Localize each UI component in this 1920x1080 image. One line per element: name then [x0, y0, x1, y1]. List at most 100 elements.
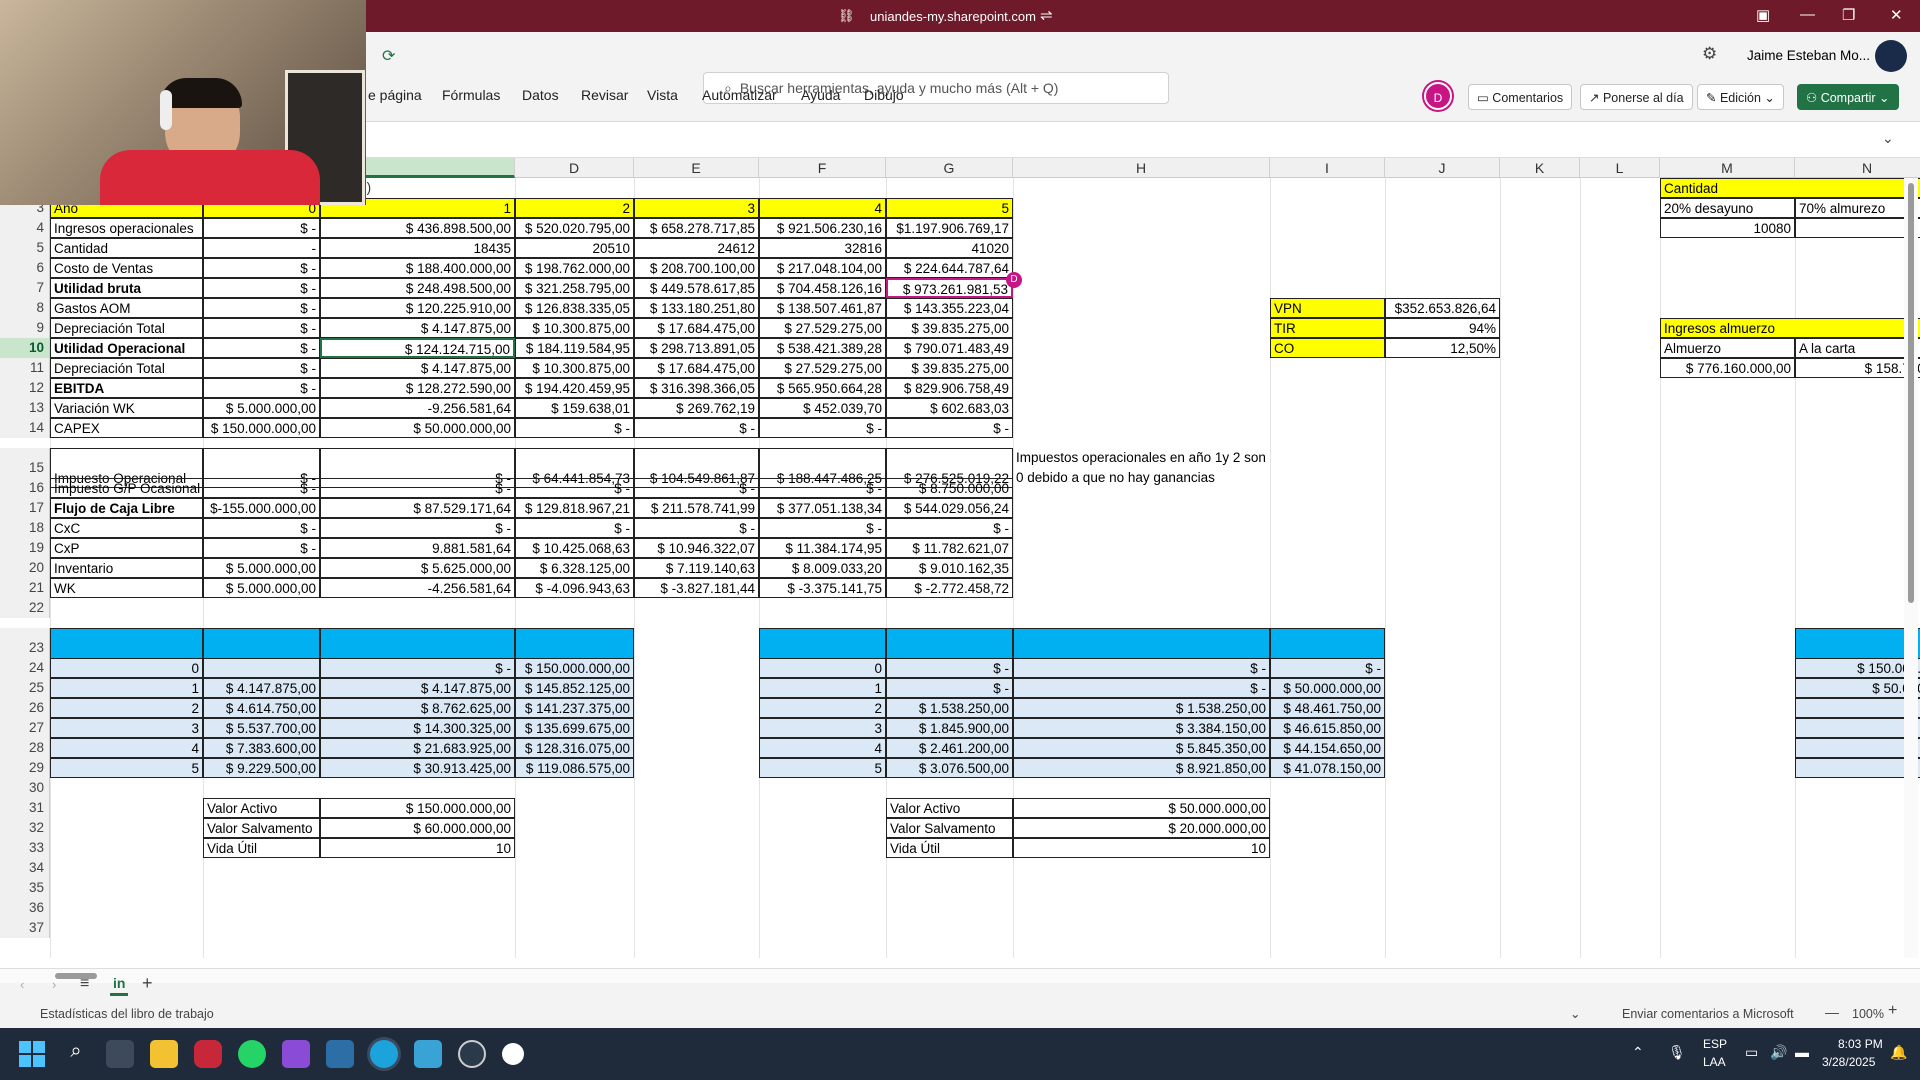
dep1-cell[interactable]: $ 150.000.000,00 — [515, 658, 634, 678]
value-cell[interactable]: $ -3.375.141,75 — [759, 578, 886, 598]
user-name[interactable]: Jaime Esteban Mo... — [1747, 48, 1870, 63]
row-header[interactable]: 32 — [0, 818, 50, 838]
dep1-cell[interactable]: $ 30.913.425,00 — [320, 758, 515, 778]
value-cell[interactable]: $ 377.051.138,34 — [759, 498, 886, 518]
year-4[interactable]: 4 — [759, 198, 886, 218]
column-header-F[interactable]: F — [759, 158, 886, 178]
value-cell[interactable]: $ - — [515, 418, 634, 438]
capex-cell[interactable]: $ 50.000.0 — [1795, 678, 1920, 698]
value-cell[interactable]: $ 124.124.715,00 — [320, 338, 515, 358]
value-cell[interactable]: $ 27.529.275,00 — [759, 358, 886, 378]
dep1-cell[interactable]: 1 — [50, 678, 203, 698]
dep1-cell[interactable]: $ 5.537.700,00 — [203, 718, 320, 738]
value-cell[interactable]: -4.256.581,64 — [320, 578, 515, 598]
row-label[interactable]: Ingresos operacionales — [50, 218, 203, 238]
menu-vista[interactable]: Vista — [647, 87, 678, 103]
value-cell[interactable]: $ - — [203, 378, 320, 398]
value-cell[interactable]: $ - — [203, 218, 320, 238]
asset1-value[interactable]: $ 60.000.000,00 — [320, 818, 515, 838]
value-cell[interactable]: $ - — [320, 478, 515, 498]
value-cell[interactable]: $ 138.507.461,87 — [759, 298, 886, 318]
next-sheet-icon[interactable]: › — [52, 977, 56, 992]
row-header[interactable]: 22 — [0, 598, 50, 618]
row-header[interactable]: 37 — [0, 918, 50, 938]
mic-icon[interactable]: 🎙 — [1668, 1044, 1686, 1061]
dep2-cell[interactable]: $ 2.461.200,00 — [886, 738, 1013, 758]
row-header[interactable]: 20 — [0, 558, 50, 578]
value-cell[interactable]: $ 10.425.068,63 — [515, 538, 634, 558]
network-icon[interactable]: ▭ — [1745, 1044, 1758, 1061]
value-cell[interactable]: $ 321.258.795,00 — [515, 278, 634, 298]
value-cell[interactable]: $ 194.420.459,95 — [515, 378, 634, 398]
tir-label[interactable]: TIR — [1270, 318, 1385, 338]
asset1-label[interactable]: Valor Salvamento — [203, 818, 320, 838]
row-header[interactable]: 16 — [0, 478, 50, 498]
zoom-level[interactable]: 100% — [1852, 1007, 1884, 1021]
asset2-value[interactable]: $ 50.000.000,00 — [1013, 798, 1270, 818]
value-cell[interactable]: $ 27.529.275,00 — [759, 318, 886, 338]
co-value[interactable]: 12,50% — [1385, 338, 1500, 358]
zoom-in-icon[interactable]: + — [1888, 1002, 1897, 1020]
dep1-cell[interactable]: $ 4.147.875,00 — [203, 678, 320, 698]
dep2-cell[interactable]: $ 1.538.250,00 — [886, 698, 1013, 718]
vpn-value[interactable]: $352.653.826,64 — [1385, 298, 1500, 318]
row-header[interactable]: 8 — [0, 298, 50, 318]
asset1-label[interactable]: Valor Activo — [203, 798, 320, 818]
vpn-label[interactable]: VPN — [1270, 298, 1385, 318]
column-header-I[interactable]: I — [1270, 158, 1385, 178]
capex-cell[interactable]: $ — [1795, 758, 1920, 778]
visual-studio-icon[interactable] — [282, 1040, 310, 1068]
value-cell[interactable]: $ 39.835.275,00 — [886, 318, 1013, 338]
dep1-cell[interactable]: $ 135.699.675,00 — [515, 718, 634, 738]
asset2-label[interactable]: Valor Salvamento — [886, 818, 1013, 838]
year-3[interactable]: 3 — [634, 198, 759, 218]
feedback-link[interactable]: Enviar comentarios a Microsoft — [1622, 1007, 1794, 1021]
lang-region[interactable]: LAA — [1703, 1055, 1726, 1069]
start-icon[interactable] — [18, 1040, 46, 1068]
value-cell[interactable]: $ 11.782.621,07 — [886, 538, 1013, 558]
row-label[interactable]: Inventario — [50, 558, 203, 578]
menu-diseno-pagina[interactable]: e página — [368, 87, 422, 103]
dep2-cell[interactable]: $ 46.615.850,00 — [1270, 718, 1385, 738]
value-cell[interactable]: $ 4.147.875,00 — [320, 358, 515, 378]
dep1-cell[interactable]: $ 4.614.750,00 — [203, 698, 320, 718]
horizontal-scrollbar[interactable] — [0, 969, 1920, 983]
cantidad-empty[interactable] — [1795, 218, 1920, 238]
value-cell[interactable]: $ 7.119.140,63 — [634, 558, 759, 578]
dep1-cell[interactable]: $ 7.383.600,00 — [203, 738, 320, 758]
dep2-cell[interactable]: 5 — [759, 758, 886, 778]
value-cell[interactable]: $ 87.529.171,64 — [320, 498, 515, 518]
value-cell[interactable]: $ -4.096.943,63 — [515, 578, 634, 598]
value-cell[interactable]: $ 5.000.000,00 — [203, 578, 320, 598]
menu-dibujo[interactable]: Dibujo — [864, 87, 904, 103]
value-cell[interactable]: $ 129.818.967,21 — [515, 498, 634, 518]
asset1-label[interactable]: Vida Útil — [203, 838, 320, 858]
row-header[interactable]: 12 — [0, 378, 50, 398]
dep2-cell[interactable]: $ 41.078.150,00 — [1270, 758, 1385, 778]
dep2-cell[interactable]: 4 — [759, 738, 886, 758]
almuerzo-pct[interactable]: 70% almurezo — [1795, 198, 1920, 218]
value-cell[interactable]: $ 298.713.891,05 — [634, 338, 759, 358]
year-5[interactable]: 5 — [886, 198, 1013, 218]
row-label[interactable]: CxC — [50, 518, 203, 538]
catchup-button[interactable]: ↗ Ponerse al día — [1580, 84, 1693, 110]
value-cell[interactable]: $ 316.398.366,05 — [634, 378, 759, 398]
collaborator-avatar[interactable]: D — [1424, 82, 1452, 110]
value-cell[interactable]: $ 10.300.875,00 — [515, 358, 634, 378]
task-view-icon[interactable] — [106, 1040, 134, 1068]
value-cell[interactable]: $ - — [203, 518, 320, 538]
dep1-cell[interactable]: $ 119.086.575,00 — [515, 758, 634, 778]
value-cell[interactable]: $ 544.029.056,24 — [886, 498, 1013, 518]
status-chevron-icon[interactable]: ⌄ — [1570, 1006, 1580, 1021]
row-header[interactable]: 13 — [0, 398, 50, 418]
minimize-icon[interactable]: — — [1800, 6, 1815, 23]
dep1-cell[interactable]: $ 4.147.875,00 — [320, 678, 515, 698]
row-header[interactable]: 5 — [0, 238, 50, 258]
row-label[interactable]: Cantidad — [50, 238, 203, 258]
dep1-cell[interactable]: 0 — [50, 658, 203, 678]
scrollbar-thumb[interactable] — [1908, 183, 1914, 603]
value-cell[interactable]: 9.881.581,64 — [320, 538, 515, 558]
value-cell[interactable]: $ - — [320, 518, 515, 538]
row-header[interactable]: 9 — [0, 318, 50, 338]
dep2-cell[interactable]: $ 50.000.000,00 — [1270, 678, 1385, 698]
